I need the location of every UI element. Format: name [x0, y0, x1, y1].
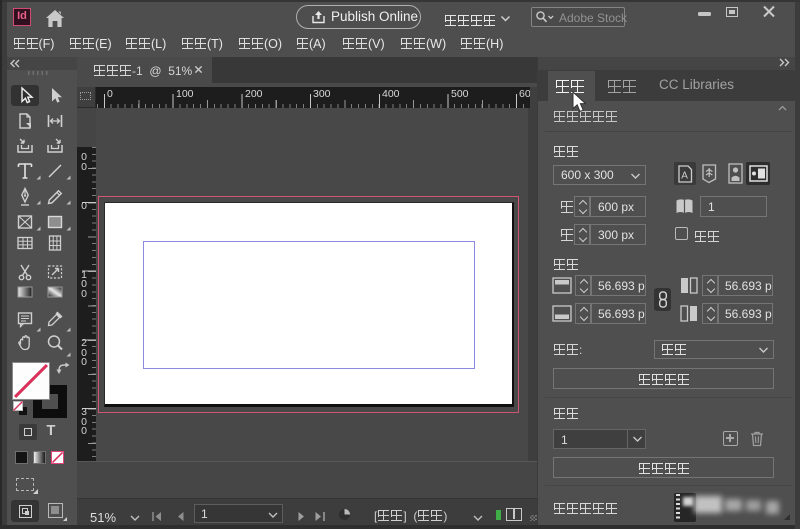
svg-text:A: A [681, 171, 688, 182]
